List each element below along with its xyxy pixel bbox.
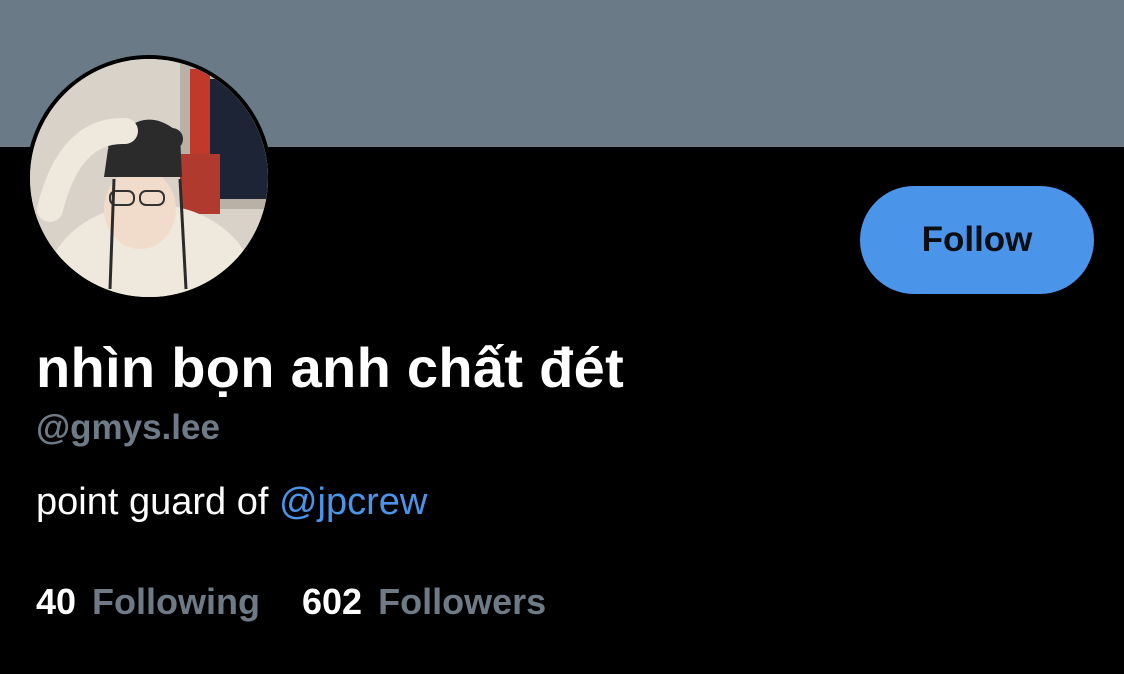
- followers-label: Followers: [378, 581, 547, 622]
- following-count: 40: [36, 581, 77, 622]
- following-stat[interactable]: 40 Following: [36, 578, 260, 626]
- bio-mention-link[interactable]: @jpcrew: [279, 481, 427, 523]
- followers-count: 602: [302, 581, 363, 622]
- username-handle: @gmys.lee: [36, 408, 220, 447]
- following-label: Following: [92, 581, 261, 622]
- followers-stat[interactable]: 602 Followers: [302, 578, 546, 626]
- bio-text: point guard of: [36, 481, 279, 523]
- display-name: nhìn bọn anh chất đét: [36, 336, 625, 399]
- follow-button[interactable]: Follow: [860, 186, 1094, 294]
- profile-page: Follow nhìn bọn anh chất đét @gmys.lee p…: [0, 0, 1124, 674]
- avatar[interactable]: [30, 59, 268, 297]
- avatar-photo-icon: [30, 59, 268, 297]
- profile-stats: 40 Following 602 Followers: [36, 578, 546, 626]
- profile-bio: point guard of @jpcrew: [36, 477, 427, 527]
